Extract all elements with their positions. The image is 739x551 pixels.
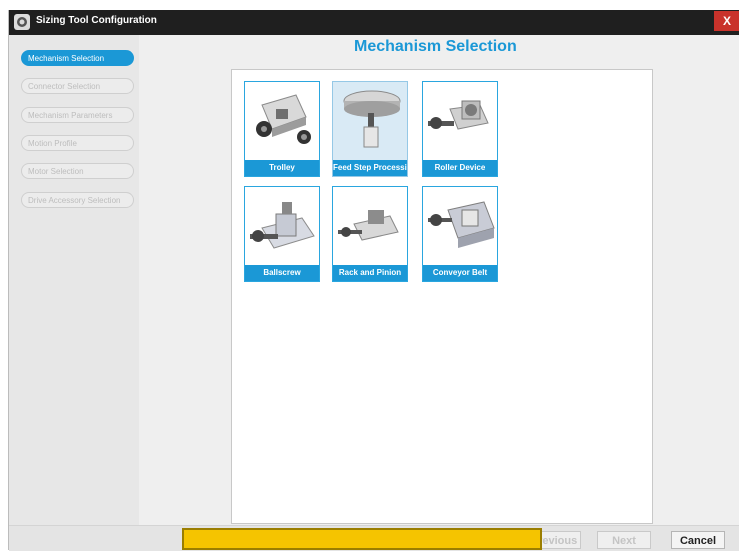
mechanism-tile-feed-step-processing[interactable]: Feed Step Processing [332, 81, 408, 177]
trolley-icon [256, 94, 311, 144]
feed-step-icon [343, 90, 401, 148]
mechanism-tile-conveyor-belt[interactable]: Conveyor Belt [422, 186, 498, 282]
mechanism-tile-rack-and-pinion[interactable]: Rack and Pinion [332, 186, 408, 282]
close-button[interactable]: X [714, 11, 739, 31]
window-title: Sizing Tool Configuration [36, 15, 157, 26]
mechanism-label: Rack and Pinion [333, 265, 407, 281]
mechanism-grid-panel: Trolley Feed Step Processing Roller De [231, 69, 653, 524]
mechanism-label: Feed Step Processing [333, 160, 407, 176]
mechanism-tile-ballscrew[interactable]: Ballscrew [244, 186, 320, 282]
wizard-steps-sidebar: Mechanism Selection Connector Selection … [9, 35, 139, 525]
rack-pinion-icon [338, 210, 399, 241]
conveyor-belt-icon [428, 201, 495, 248]
step-drive-accessory-selection[interactable]: Drive Accessory Selection [21, 192, 134, 208]
app-icon [14, 14, 30, 30]
step-connector-selection[interactable]: Connector Selection [21, 78, 134, 94]
cancel-button[interactable]: Cancel [671, 531, 725, 549]
ballscrew-icon [250, 202, 315, 249]
step-motor-selection[interactable]: Motor Selection [21, 163, 134, 179]
step-mechanism-selection[interactable]: Mechanism Selection [21, 50, 134, 66]
page-title: Mechanism Selection [354, 38, 517, 55]
mechanism-label: Ballscrew [245, 265, 319, 281]
step-motion-profile[interactable]: Motion Profile [21, 135, 134, 151]
mechanism-label: Conveyor Belt [423, 265, 497, 281]
configuration-window: Sizing Tool Configuration X Mechanism Se… [8, 10, 739, 551]
mechanism-label: Trolley [245, 160, 319, 176]
next-button[interactable]: Next [597, 531, 651, 549]
mechanism-tile-roller-device[interactable]: Roller Device [422, 81, 498, 177]
mechanism-tile-trolley[interactable]: Trolley [244, 81, 320, 177]
step-mechanism-parameters[interactable]: Mechanism Parameters [21, 107, 134, 123]
mechanism-label: Roller Device [423, 160, 497, 176]
title-bar: Sizing Tool Configuration X [9, 10, 739, 35]
highlight-overlay-bar [182, 528, 542, 550]
roller-device-icon [428, 100, 489, 130]
